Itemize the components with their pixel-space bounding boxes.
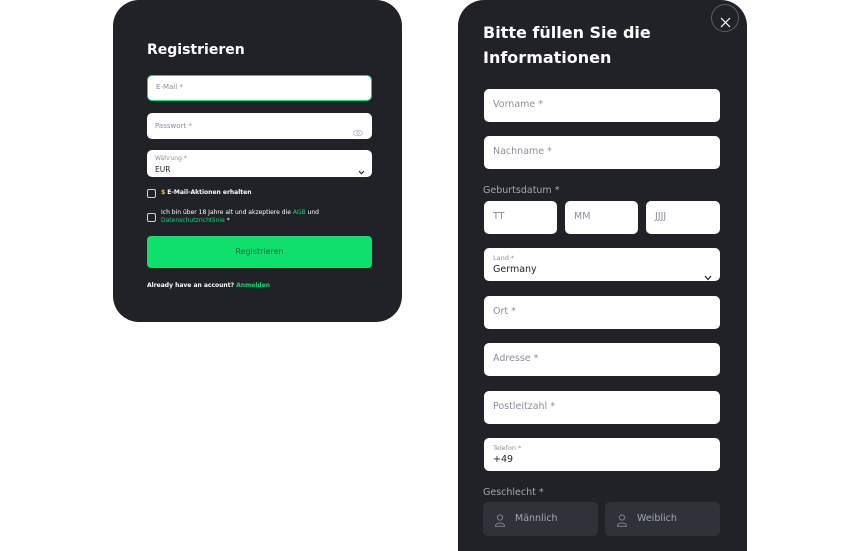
zip-placeholder: Postleitzahl *: [493, 401, 555, 412]
registration-panel: Registrieren E-Mail * Passwort * Währung…: [113, 0, 402, 322]
login-prompt-row: Already have an account? Anmelden: [147, 282, 270, 290]
login-link[interactable]: Anmelden: [236, 282, 270, 289]
chevron-down-icon: [358, 160, 365, 179]
birth-month-field[interactable]: MM: [565, 201, 638, 234]
terms-checkbox[interactable]: [147, 213, 156, 222]
email-placeholder: E-Mail *: [156, 83, 183, 91]
day-placeholder: TT: [493, 211, 505, 222]
phone-field[interactable]: Telefon * +49: [484, 438, 720, 471]
birth-day-field[interactable]: TT: [484, 201, 557, 234]
gender-female-label: Weiblich: [637, 513, 677, 524]
city-placeholder: Ort *: [493, 306, 516, 317]
chevron-down-icon: [704, 266, 712, 285]
agb-link[interactable]: AGB: [293, 209, 306, 216]
city-field[interactable]: Ort *: [484, 296, 720, 329]
address-field[interactable]: Adresse *: [484, 343, 720, 376]
promo-label: $ E-Mail-Aktionen erhalten: [161, 189, 252, 197]
registration-title: Registrieren: [147, 42, 245, 58]
terms-and: und: [307, 209, 319, 216]
gender-male-button[interactable]: Männlich: [483, 502, 598, 536]
birth-year-field[interactable]: JJJJ: [646, 201, 720, 234]
password-field[interactable]: Passwort *: [147, 113, 372, 139]
currency-select[interactable]: Währung * EUR: [147, 150, 372, 177]
phone-label: Telefon *: [493, 444, 522, 452]
country-label: Land *: [493, 254, 515, 262]
terms-text: Ich bin über 18 Jahre alt und akzeptiere…: [161, 209, 291, 216]
promo-dollar: $: [161, 189, 166, 196]
info-panel: Bitte füllen Sie die Informationen Vorna…: [458, 0, 747, 551]
terms-required: *: [226, 217, 230, 224]
year-placeholder: JJJJ: [655, 211, 667, 222]
last-name-field[interactable]: Nachname *: [484, 136, 720, 169]
register-button[interactable]: Registrieren: [147, 236, 372, 268]
login-prompt: Already have an account?: [147, 282, 235, 289]
female-person-icon: [616, 512, 628, 531]
currency-value: EUR: [155, 165, 171, 174]
promo-text: E-Mail-Aktionen erhalten: [167, 189, 252, 196]
country-value: Germany: [493, 264, 537, 275]
first-name-placeholder: Vorname *: [493, 99, 544, 110]
last-name-placeholder: Nachname *: [493, 146, 552, 157]
close-icon: [720, 13, 731, 32]
gender-label: Geschlecht *: [483, 487, 544, 498]
close-button[interactable]: [711, 4, 739, 32]
first-name-field[interactable]: Vorname *: [484, 89, 720, 122]
eye-icon[interactable]: [353, 122, 363, 141]
currency-label: Währung *: [155, 155, 187, 162]
terms-label: Ich bin über 18 Jahre alt und akzeptiere…: [161, 209, 361, 225]
birthdate-label: Geburtsdatum *: [483, 185, 560, 196]
password-placeholder: Passwort *: [155, 122, 192, 130]
email-field[interactable]: E-Mail *: [147, 75, 372, 101]
zip-field[interactable]: Postleitzahl *: [484, 391, 720, 424]
male-person-icon: [494, 512, 506, 531]
month-placeholder: MM: [574, 211, 591, 222]
phone-value: +49: [493, 454, 514, 465]
gender-female-button[interactable]: Weiblich: [605, 502, 720, 536]
info-title: Bitte füllen Sie die Informationen: [483, 23, 651, 67]
privacy-link[interactable]: Datenschutzrichtlinie: [161, 217, 225, 224]
address-placeholder: Adresse *: [493, 353, 539, 364]
promo-checkbox[interactable]: [147, 189, 156, 198]
country-select[interactable]: Land * Germany: [484, 248, 720, 281]
gender-male-label: Männlich: [515, 513, 558, 524]
